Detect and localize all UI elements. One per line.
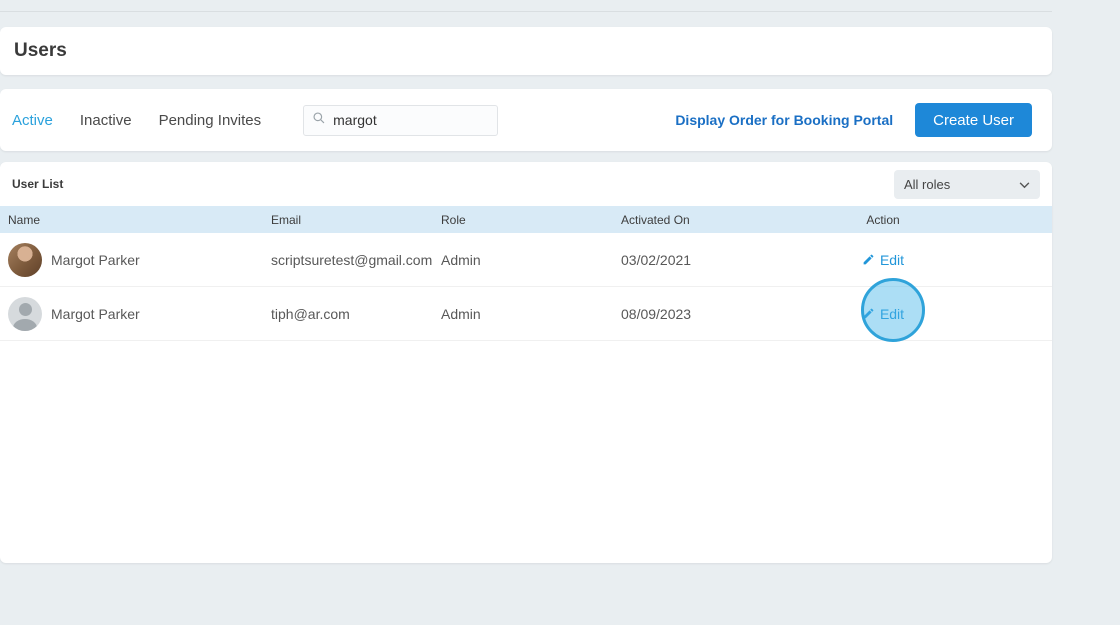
page-title: Users — [14, 40, 67, 61]
column-header-action: Action — [866, 212, 900, 227]
column-header-name: Name — [8, 212, 41, 227]
column-header-role: Role — [441, 212, 466, 227]
top-divider — [0, 0, 1052, 12]
user-name: Margot Parker — [51, 305, 140, 322]
cell-role: Admin — [441, 305, 481, 322]
tab-active[interactable]: Active — [12, 112, 53, 129]
column-header-activated-on: Activated On — [621, 212, 690, 227]
pencil-icon — [862, 253, 875, 266]
cell-name: Margot Parker — [0, 242, 263, 277]
tab-pending-invites[interactable]: Pending Invites — [159, 112, 262, 129]
tab-inactive[interactable]: Inactive — [80, 112, 132, 129]
toolbar-card: Active Inactive Pending Invites Display … — [0, 89, 1052, 151]
user-name: Margot Parker — [51, 251, 140, 268]
edit-label: Edit — [879, 251, 905, 268]
column-header-email: Email — [271, 212, 302, 227]
search-box[interactable] — [303, 104, 499, 136]
user-list-card: User List All roles Name Email Role Acti… — [0, 162, 1052, 563]
list-title: User List — [12, 177, 64, 191]
chevron-down-icon — [1019, 177, 1030, 192]
search-input[interactable] — [333, 112, 474, 128]
edit-button[interactable]: Edit — [803, 252, 963, 268]
cell-role: Admin — [441, 251, 481, 268]
create-user-button[interactable]: Create User — [915, 103, 1032, 137]
tabs: Active Inactive Pending Invites — [12, 112, 261, 129]
cell-activated-on: 08/09/2023 — [621, 305, 692, 322]
roles-filter-value: All roles — [904, 176, 951, 192]
title-card: Users — [0, 27, 1052, 75]
avatar — [8, 242, 42, 277]
display-order-link[interactable]: Display Order for Booking Portal — [675, 112, 893, 128]
table-header-row: Name Email Role Activated On Action — [0, 206, 1052, 233]
page-content: Users Active Inactive Pending Invites Di… — [0, 0, 1052, 563]
search-icon — [312, 111, 326, 130]
roles-filter-select[interactable]: All roles — [894, 169, 1040, 199]
table-row: Margot Parker scriptsuretest@gmail.com A… — [0, 233, 1052, 287]
edit-button[interactable]: Edit — [803, 306, 963, 322]
cell-email: scriptsuretest@gmail.com — [271, 251, 433, 268]
cell-name: Margot Parker — [0, 296, 263, 331]
table-row: Margot Parker tiph@ar.com Admin 08/09/20… — [0, 287, 1052, 341]
cell-activated-on: 03/02/2021 — [621, 251, 692, 268]
pencil-icon — [862, 307, 875, 320]
cell-email: tiph@ar.com — [271, 305, 350, 322]
list-header: User List All roles — [0, 162, 1052, 206]
avatar-placeholder-icon — [8, 296, 42, 331]
edit-label: Edit — [879, 305, 905, 322]
